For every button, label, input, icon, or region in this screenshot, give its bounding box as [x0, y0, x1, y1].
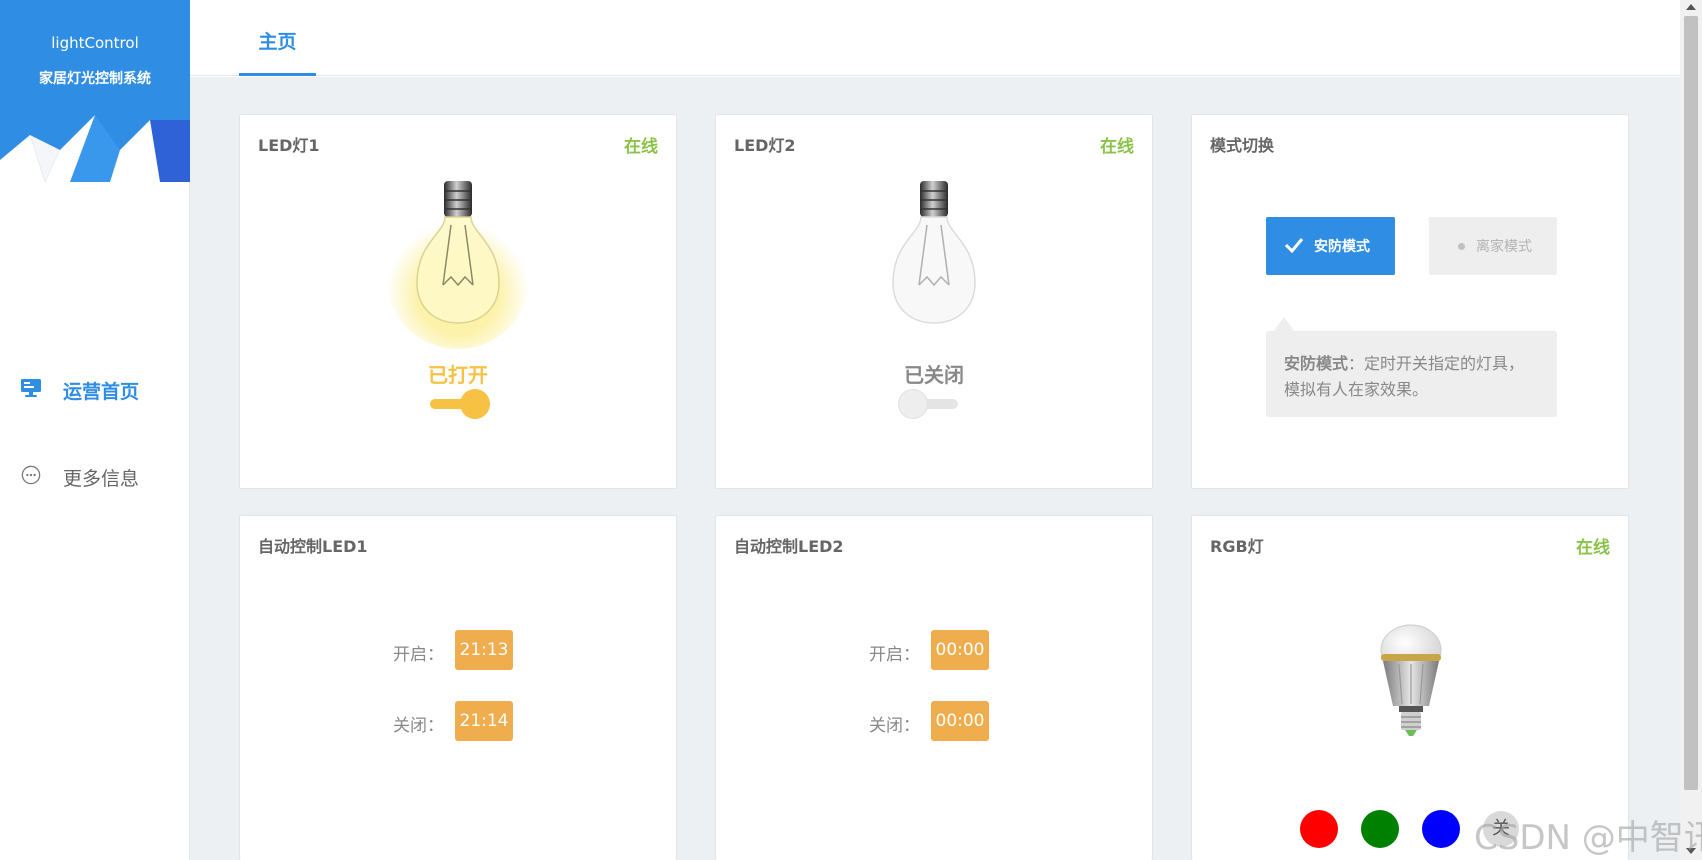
- card-title: RGB灯: [1210, 537, 1264, 556]
- open-time-row: 开启： 21:13: [240, 630, 676, 670]
- tab-home[interactable]: 主页: [239, 0, 316, 76]
- monitor-icon: [21, 379, 41, 397]
- online-status: 在线: [624, 137, 658, 157]
- close-time-row: 关闭： 21:14: [240, 701, 676, 741]
- close-label: 关闭：: [393, 716, 444, 736]
- away-mode-button[interactable]: 离家模式: [1429, 217, 1557, 275]
- card-title: 自动控制LED2: [734, 537, 844, 556]
- auto-control-led2-card: 自动控制LED2 开启： 00:00 关闭： 00:00: [715, 515, 1153, 860]
- color-green-button[interactable]: [1361, 810, 1399, 848]
- mode-switch-card: 模式切换 安防模式 离家模式 安防模式：定时开关指定的灯具，模拟有人在家效果。: [1191, 114, 1629, 489]
- check-icon: [1284, 238, 1304, 253]
- led-bulb-icon: [1380, 624, 1442, 736]
- brand-name: lightControl: [51, 34, 139, 52]
- card-title: LED灯1: [258, 136, 320, 155]
- card-title: LED灯2: [734, 136, 796, 155]
- tab-label: 主页: [258, 31, 297, 53]
- color-red-button[interactable]: [1300, 810, 1338, 848]
- rgb-lamp-card: RGB灯 在线 关: [1191, 515, 1629, 860]
- top-tab-bar: 主页: [190, 0, 1680, 76]
- mode-description: 安防模式：定时开关指定的灯具，模拟有人在家效果。: [1284, 351, 1534, 403]
- security-mode-button[interactable]: 安防模式: [1266, 217, 1395, 275]
- more-icon: [21, 465, 41, 485]
- mode-description-name: 安防模式: [1284, 354, 1349, 373]
- online-status: 在线: [1576, 538, 1610, 558]
- open-label: 开启：: [869, 645, 920, 665]
- close-label: 关闭：: [869, 716, 920, 736]
- sidebar-item-label: 运营首页: [63, 381, 140, 403]
- open-time-badge[interactable]: 21:13: [455, 630, 513, 670]
- watermark: CSDN @中智讯: [1474, 818, 1702, 858]
- switch-knob: [898, 389, 928, 419]
- sidebar: lightControl 家居灯光控制系统 运营首页 更多信息: [0, 0, 190, 860]
- led1-toggle-switch[interactable]: [430, 389, 490, 419]
- auto-control-led1-card: 自动控制LED1 开启： 21:13 关闭： 21:14: [239, 515, 677, 860]
- card-title: 自动控制LED1: [258, 537, 368, 556]
- led1-card: LED灯1 在线 已打开: [239, 114, 677, 489]
- sidebar-item-home[interactable]: 运营首页: [0, 366, 190, 410]
- button-label: 安防模式: [1314, 239, 1370, 255]
- scroll-thumb[interactable]: [1684, 16, 1698, 790]
- scroll-up-arrow-icon[interactable]: [1686, 4, 1696, 10]
- vertical-scrollbar[interactable]: [1680, 0, 1702, 860]
- brand-subtitle: 家居灯光控制系统: [39, 71, 151, 87]
- close-time-badge[interactable]: 21:14: [455, 701, 513, 741]
- button-label: 离家模式: [1476, 239, 1532, 255]
- lamp-state-text: 已打开: [428, 363, 488, 387]
- card-title: 模式切换: [1210, 136, 1275, 155]
- sidebar-item-more-info[interactable]: 更多信息: [0, 453, 190, 497]
- led2-toggle-switch[interactable]: [898, 389, 958, 419]
- switch-knob: [460, 389, 490, 419]
- color-blue-button[interactable]: [1422, 810, 1460, 848]
- bulb-off-icon: [892, 181, 976, 324]
- dashboard: LED灯1 在线 已打开 LED灯2 在线 已关闭 模式切换 安防模式 离家模式…: [190, 77, 1680, 860]
- online-status: 在线: [1100, 137, 1134, 157]
- radio-dot-icon: [1458, 243, 1465, 250]
- bulb-on-icon: [387, 181, 529, 349]
- brand-header: lightControl 家居灯光控制系统: [0, 0, 190, 182]
- open-time-badge[interactable]: 00:00: [931, 630, 989, 670]
- mode-description-tooltip: 安防模式：定时开关指定的灯具，模拟有人在家效果。: [1266, 317, 1557, 417]
- close-time-row: 关闭： 00:00: [716, 701, 1152, 741]
- led2-card: LED灯2 在线 已关闭: [715, 114, 1153, 489]
- open-time-row: 开启： 00:00: [716, 630, 1152, 670]
- lamp-state-text: 已关闭: [904, 363, 964, 387]
- close-time-badge[interactable]: 00:00: [931, 701, 989, 741]
- brand-mountain-graphic: [0, 115, 190, 182]
- sidebar-item-label: 更多信息: [63, 468, 140, 490]
- open-label: 开启：: [393, 645, 444, 665]
